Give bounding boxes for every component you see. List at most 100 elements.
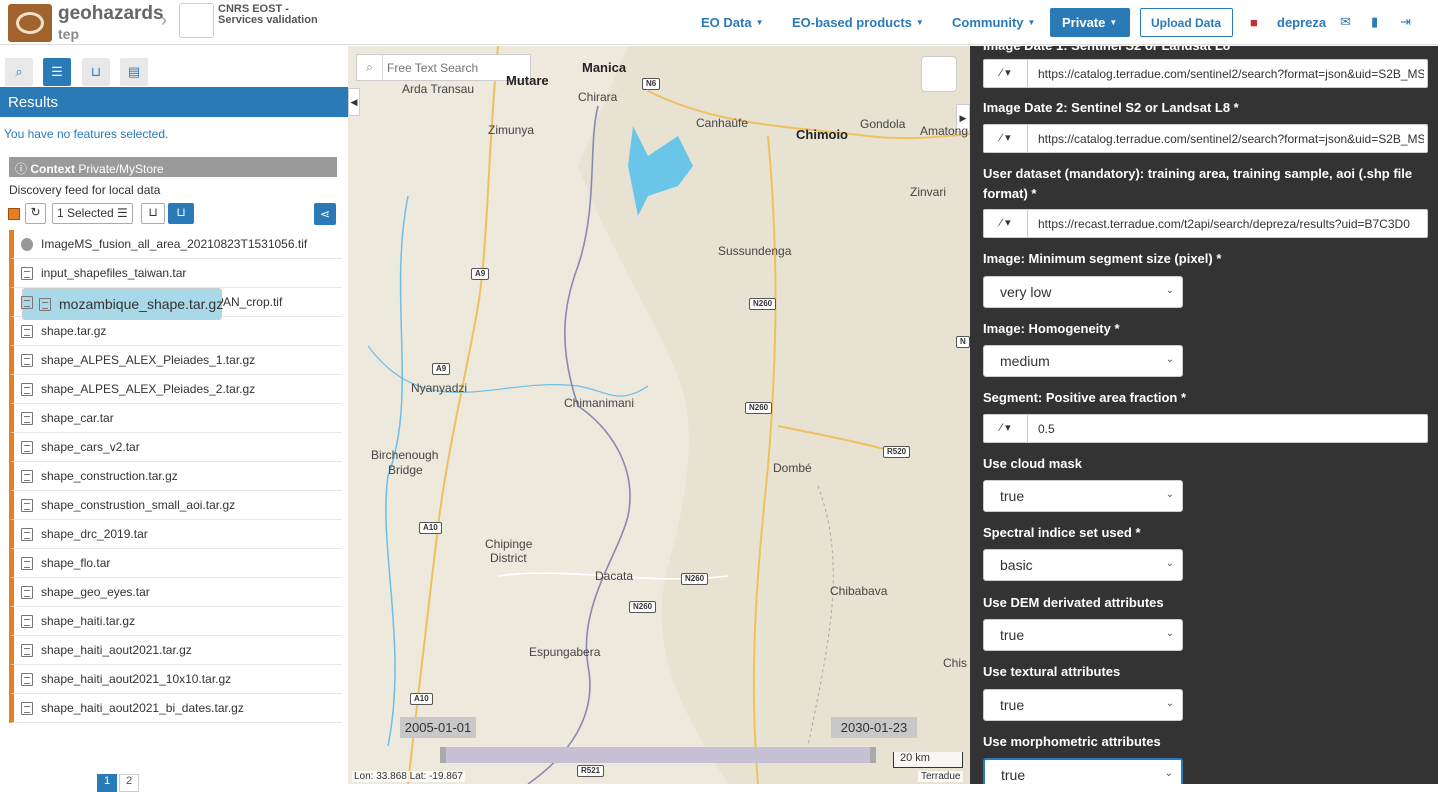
list-item-label: shape_construstion_small_aoi.tar.gz [41,498,236,512]
archive-tab-icon[interactable]: ▤ [120,58,148,86]
list-item[interactable]: shape_haiti_aout2021.tar.gz [9,636,342,665]
map-label: Chirara [578,90,618,104]
nav-eo-data[interactable]: EO Data ▼ [701,15,764,30]
list-item[interactable]: shape_flo.tar [9,549,342,578]
search-icon[interactable]: ⌕ [357,55,383,80]
discovery-feed-text: Discovery feed for local data [9,183,161,197]
chevron-down-icon: ⌄ [1164,768,1173,779]
select-value: true [1000,697,1025,713]
magic-wand-dropdown-icon[interactable]: ⁄ ▾ [984,125,1028,152]
file-icon [21,701,33,715]
timeline-start-label[interactable]: 2005-01-01 [400,717,476,738]
url-value: https://catalog.terradue.com/sentinel2/s… [1038,67,1424,81]
map-attribution[interactable]: Terradue [918,771,964,782]
timeline-slider[interactable] [440,747,876,763]
nav-community[interactable]: Community ▼ [952,15,1035,30]
road-shield: N260 [629,601,657,613]
search-tab-icon[interactable]: ⌕ [5,58,33,86]
brand-name: geohazards [58,3,164,24]
input-value: 0.5 [1038,422,1055,436]
road-shield: N260 [745,402,773,414]
envelope-icon[interactable]: ✉ [1340,14,1351,30]
positive-fraction-input[interactable]: ⁄ ▾ 0.5 [983,414,1428,443]
no-selection-text: You have no features selected. [4,127,169,141]
context-logo-placeholder[interactable] [179,3,214,38]
list-item-selected[interactable]: mozambique_shape.tar.gz [22,288,223,320]
list-item-label: shape_haiti_aout2021.tar.gz [41,643,192,657]
file-icon [21,440,33,454]
nav-private[interactable]: Private ▼ [1050,8,1130,37]
list-item[interactable]: shape_haiti_aout2021_bi_dates.tar.gz [9,694,342,723]
list-item[interactable]: shape_geo_eyes.tar [9,578,342,607]
file-icon [21,643,33,657]
layers-icon[interactable] [921,56,957,92]
list-item[interactable]: ImageMS_fusion_all_area_20210823T1531056… [9,230,342,259]
list-item[interactable]: input_shapefiles_taiwan.tar [9,259,342,288]
collapse-sidebar-icon[interactable]: ◀ [348,88,360,116]
book-icon[interactable]: ▮ [1371,14,1378,30]
user-book-icon[interactable]: ■ [1250,15,1258,30]
homogeneity-select[interactable]: medium ⌄ [983,345,1183,377]
url-input-user-dataset[interactable]: ⁄ ▾ https://recast.terradue.com/t2api/sea… [983,209,1428,238]
list-item-label: shape_drc_2019.tar [41,527,148,541]
list-item[interactable]: shape_car.tar [9,404,342,433]
upload-data-button[interactable]: Upload Data [1140,8,1233,37]
magic-wand-dropdown-icon[interactable]: ⁄ ▾ [984,415,1028,442]
list-item[interactable]: shape_cars_v2.tar [9,433,342,462]
list-tab-icon[interactable]: ☰ [43,58,71,86]
selection-dropdown[interactable]: 1 Selected ☰ [52,203,133,224]
morphometric-select[interactable]: true ⌄ [983,758,1183,784]
page-1-button[interactable]: 1 [97,774,117,792]
magic-wand-dropdown-icon[interactable]: ⁄ ▾ [984,60,1028,87]
caret-down-icon: ▼ [1109,18,1118,27]
list-item[interactable]: shape_ALPES_ALEX_Pleiades_1.tar.gz [9,346,342,375]
list-item[interactable]: shape_construction.tar.gz [9,462,342,491]
file-icon [21,411,33,425]
basket-tab-icon[interactable]: ⊔ [82,58,110,86]
list-item[interactable]: shape_haiti_aout2021_10x10.tar.gz [9,665,342,694]
list-item[interactable]: shape.tar.gz [9,317,342,346]
map-label: Chimanimani [564,396,635,410]
timeline-end-label[interactable]: 2030-01-23 [831,717,917,738]
map-label: Bridge [388,463,423,477]
select-all-checkbox[interactable] [8,208,20,220]
map-label: Chipinge [485,537,533,551]
context-bar: ⓘ Context Private/MyStore [9,157,337,177]
share-icon[interactable]: ⋖ [314,203,336,225]
geohazards-logo[interactable] [8,4,52,42]
map-label: Arda Transau [402,82,475,96]
dem-select[interactable]: true ⌄ [983,619,1183,651]
url-input-date2[interactable]: ⁄ ▾ https://catalog.terradue.com/sentinel… [983,124,1428,153]
cloud-mask-select[interactable]: true ⌄ [983,480,1183,512]
add-all-to-basket-icon[interactable]: ⊔ [168,203,194,224]
chevron-down-icon: ⌄ [1165,489,1174,500]
list-item[interactable]: shape_construstion_small_aoi.tar.gz [9,491,342,520]
list-item[interactable]: shape_ALPES_ALEX_Pleiades_2.tar.gz [9,375,342,404]
page-2-button[interactable]: 2 [119,774,139,792]
param-label-date2: Image Date 2: Sentinel S2 or Landsat L8 … [983,100,1239,115]
spectral-select[interactable]: basic ⌄ [983,549,1183,581]
list-item[interactable]: shape_drc_2019.tar [9,520,342,549]
map-label: Nyanyadzi [411,381,468,395]
file-icon [21,353,33,367]
map-view[interactable]: ◀ ▶ ⌕ Mutare Manica Arda Transau Chirara… [348,46,970,784]
nav-eo-based-products[interactable]: EO-based products ▼ [792,15,924,30]
url-input-date1[interactable]: ⁄ ▾ https://catalog.terradue.com/sentinel… [983,59,1428,88]
add-to-basket-icon[interactable]: ⊔ [141,203,165,224]
file-icon [21,382,33,396]
user-name-link[interactable]: depreza [1277,15,1326,30]
sign-out-icon[interactable]: ⇥ [1400,14,1411,30]
road-shield: N [956,336,970,348]
list-item[interactable]: shape_haiti.tar.gz [9,607,342,636]
textural-select[interactable]: true ⌄ [983,689,1183,721]
select-value: basic [1000,557,1033,573]
map-label: Amatong [920,124,969,138]
context-name[interactable]: CNRS EOST - Services validation [218,4,328,26]
list-item-label: shape_construction.tar.gz [41,469,178,483]
refresh-icon[interactable]: ↻ [25,203,46,224]
min-segment-select[interactable]: very low ⌄ [983,276,1183,308]
file-icon [21,614,33,628]
param-label-spectral: Spectral indice set used * [983,525,1141,540]
nav-eo-data-label: EO Data [701,15,752,30]
magic-wand-dropdown-icon[interactable]: ⁄ ▾ [984,210,1028,237]
